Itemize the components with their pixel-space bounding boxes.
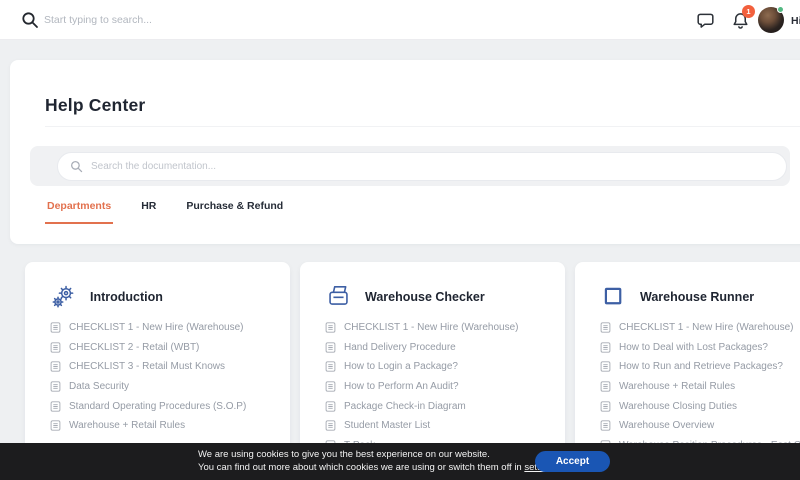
doc-label: How to Perform An Audit? bbox=[344, 381, 459, 393]
divider bbox=[45, 126, 800, 127]
chat-icon[interactable] bbox=[696, 11, 715, 30]
card-introduction: Introduction CHECKLIST 1 - New Hire (War… bbox=[25, 262, 290, 462]
notifications-button[interactable]: 1 bbox=[731, 5, 755, 33]
doc-link[interactable]: CHECKLIST 3 - Retail Must Knows bbox=[50, 357, 280, 377]
doc-link[interactable]: Standard Operating Procedures (S.O.P) bbox=[50, 396, 280, 416]
card-warehouse-checker: Warehouse Checker CHECKLIST 1 - New Hire… bbox=[300, 262, 565, 462]
online-status-dot bbox=[777, 6, 784, 13]
doc-link[interactable]: Warehouse + Retail Rules bbox=[600, 377, 800, 397]
doc-icon bbox=[600, 361, 611, 372]
doc-label: How to Login a Package? bbox=[344, 361, 458, 373]
doc-label: Hand Delivery Procedure bbox=[344, 341, 456, 353]
tabs: Departments HR Purchase & Refund bbox=[45, 196, 285, 224]
doc-link[interactable]: CHECKLIST 1 - New Hire (Warehouse) bbox=[50, 318, 280, 338]
doc-icon bbox=[325, 401, 336, 412]
doc-label: CHECKLIST 1 - New Hire (Warehouse) bbox=[344, 322, 519, 334]
doc-link[interactable]: How to Login a Package? bbox=[325, 357, 555, 377]
doc-link[interactable]: Hand Delivery Procedure bbox=[325, 338, 555, 358]
cookie-banner: We are using cookies to give you the bes… bbox=[0, 443, 800, 480]
tab-label: HR bbox=[141, 200, 157, 212]
doc-link[interactable]: How to Perform An Audit? bbox=[325, 377, 555, 397]
tab-departments[interactable]: Departments bbox=[45, 196, 114, 224]
tab-hr[interactable]: HR bbox=[139, 196, 158, 224]
card-header: Introduction bbox=[50, 283, 163, 310]
doc-search-input[interactable] bbox=[91, 153, 786, 180]
doc-link[interactable]: How to Run and Retrieve Packages? bbox=[600, 357, 800, 377]
help-center-panel: Help Center Departments HR Purchase & Re… bbox=[10, 60, 800, 244]
doc-icon bbox=[325, 361, 336, 372]
doc-icon bbox=[325, 420, 336, 431]
topbar: 1 Hi, bbox=[0, 0, 800, 40]
doc-link[interactable]: Warehouse Overview bbox=[600, 416, 800, 436]
card-list: CHECKLIST 1 - New Hire (Warehouse) CHECK… bbox=[50, 318, 280, 436]
card-warehouse-runner: Warehouse Runner CHECKLIST 1 - New Hire … bbox=[575, 262, 800, 462]
tab-purchase-refund[interactable]: Purchase & Refund bbox=[184, 196, 285, 224]
doc-label: Warehouse + Retail Rules bbox=[69, 420, 186, 432]
doc-label: Warehouse Overview bbox=[619, 420, 715, 432]
doc-link[interactable]: CHECKLIST 1 - New Hire (Warehouse) bbox=[325, 318, 555, 338]
card-header: Warehouse Checker bbox=[325, 283, 485, 310]
cookie-line1: We are using cookies to give you the bes… bbox=[198, 449, 490, 460]
user-greeting: Hi, bbox=[791, 15, 800, 27]
doc-icon bbox=[325, 322, 336, 333]
doc-link[interactable]: Student Master List bbox=[325, 416, 555, 436]
doc-label: Package Check-in Diagram bbox=[344, 400, 466, 412]
doc-link[interactable]: Warehouse + Retail Rules bbox=[50, 416, 280, 436]
doc-label: How to Deal with Lost Packages? bbox=[619, 341, 768, 353]
doc-link[interactable]: Package Check-in Diagram bbox=[325, 396, 555, 416]
search-icon bbox=[21, 11, 39, 29]
doc-label: Data Security bbox=[69, 381, 130, 393]
tab-label: Purchase & Refund bbox=[186, 200, 284, 212]
doc-link[interactable]: Warehouse Closing Duties bbox=[600, 396, 800, 416]
doc-icon bbox=[600, 342, 611, 353]
doc-link[interactable]: How to Deal with Lost Packages? bbox=[600, 338, 800, 358]
doc-link[interactable]: CHECKLIST 1 - New Hire (Warehouse) bbox=[600, 318, 800, 338]
doc-icon bbox=[50, 361, 61, 372]
doc-icon bbox=[50, 381, 61, 392]
card-title: Introduction bbox=[90, 289, 163, 304]
doc-icon bbox=[600, 322, 611, 333]
search-icon bbox=[70, 160, 83, 173]
doc-link[interactable]: Data Security bbox=[50, 377, 280, 397]
card-list: CHECKLIST 1 - New Hire (Warehouse) Hand … bbox=[325, 318, 555, 455]
doc-icon bbox=[50, 322, 61, 333]
notification-badge: 1 bbox=[742, 5, 755, 18]
doc-icon bbox=[600, 420, 611, 431]
doc-link[interactable]: CHECKLIST 2 - Retail (WBT) bbox=[50, 338, 280, 358]
square-icon bbox=[600, 283, 627, 310]
card-title: Warehouse Checker bbox=[365, 289, 485, 304]
cookie-message: We are using cookies to give you the bes… bbox=[198, 449, 560, 474]
doc-label: CHECKLIST 1 - New Hire (Warehouse) bbox=[619, 322, 794, 334]
doc-label: Warehouse + Retail Rules bbox=[619, 381, 736, 393]
doc-search-band bbox=[30, 146, 790, 186]
accept-cookies-button[interactable]: Accept bbox=[535, 451, 610, 472]
doc-label: CHECKLIST 3 - Retail Must Knows bbox=[69, 361, 225, 373]
card-list: CHECKLIST 1 - New Hire (Warehouse) How t… bbox=[600, 318, 800, 455]
doc-label: Standard Operating Procedures (S.O.P) bbox=[69, 400, 247, 412]
page-title: Help Center bbox=[45, 95, 146, 115]
avatar[interactable] bbox=[758, 6, 784, 33]
doc-icon bbox=[50, 420, 61, 431]
tab-label: Departments bbox=[47, 200, 112, 212]
card-title: Warehouse Runner bbox=[640, 289, 755, 304]
doc-icon bbox=[325, 381, 336, 392]
gears-icon bbox=[50, 283, 77, 310]
doc-icon bbox=[325, 342, 336, 353]
doc-label: Student Master List bbox=[344, 420, 431, 432]
doc-label: CHECKLIST 1 - New Hire (Warehouse) bbox=[69, 322, 244, 334]
cookie-line2: You can find out more about which cookie… bbox=[198, 462, 560, 475]
doc-label: CHECKLIST 2 - Retail (WBT) bbox=[69, 341, 200, 353]
doc-icon bbox=[600, 381, 611, 392]
doc-icon bbox=[600, 401, 611, 412]
printer-icon bbox=[325, 283, 352, 310]
doc-label: How to Run and Retrieve Packages? bbox=[619, 361, 783, 373]
global-search-input[interactable] bbox=[44, 0, 444, 40]
doc-label: Warehouse Closing Duties bbox=[619, 400, 738, 412]
doc-icon bbox=[50, 401, 61, 412]
card-header: Warehouse Runner bbox=[600, 283, 754, 310]
doc-icon bbox=[50, 342, 61, 353]
doc-search-box[interactable] bbox=[57, 152, 787, 181]
